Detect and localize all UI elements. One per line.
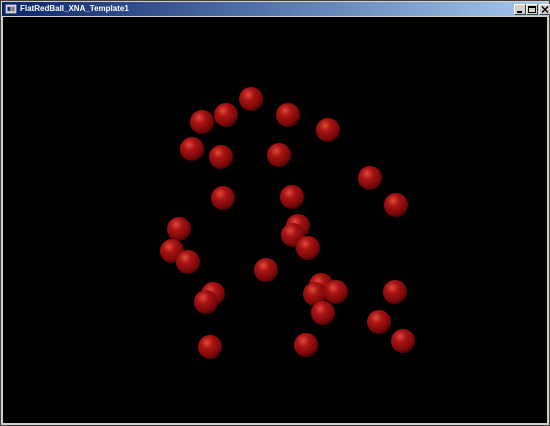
close-button[interactable] <box>539 4 550 15</box>
sprite-layer <box>160 87 415 359</box>
red-ball-sprite <box>198 335 222 359</box>
red-ball-sprite <box>239 87 263 111</box>
game-viewport[interactable] <box>3 17 547 423</box>
minimize-icon <box>517 11 522 13</box>
red-ball-sprite <box>209 145 233 169</box>
red-ball-sprite <box>391 329 415 353</box>
red-ball-sprite <box>311 301 335 325</box>
red-ball-sprite <box>296 236 320 260</box>
red-ball-sprite <box>324 280 348 304</box>
maximize-icon <box>528 6 536 13</box>
red-ball-sprite <box>214 103 238 127</box>
red-ball-sprite <box>384 193 408 217</box>
red-ball-sprite <box>383 280 407 304</box>
red-ball-sprite <box>280 185 304 209</box>
app-icon <box>5 4 17 14</box>
red-ball-sprite <box>316 118 340 142</box>
red-ball-sprite <box>176 250 200 274</box>
red-ball-sprite <box>167 217 191 241</box>
minimize-button[interactable] <box>514 4 526 15</box>
red-ball-sprite <box>211 186 235 210</box>
red-ball-sprite <box>367 310 391 334</box>
maximize-button[interactable] <box>526 4 538 15</box>
app-window: FlatRedBall_XNA_Template1 <box>0 0 550 426</box>
close-icon <box>541 6 549 13</box>
red-ball-sprite <box>194 290 218 314</box>
window-title: FlatRedBall_XNA_Template1 <box>20 4 129 13</box>
red-ball-sprite <box>180 137 204 161</box>
red-ball-sprite <box>276 103 300 127</box>
red-ball-sprite <box>190 110 214 134</box>
red-ball-sprite <box>358 166 382 190</box>
red-ball-sprite <box>294 333 318 357</box>
title-bar[interactable]: FlatRedBall_XNA_Template1 <box>2 2 550 16</box>
red-ball-sprite <box>254 258 278 282</box>
red-ball-sprite <box>267 143 291 167</box>
game-scene <box>160 87 415 359</box>
